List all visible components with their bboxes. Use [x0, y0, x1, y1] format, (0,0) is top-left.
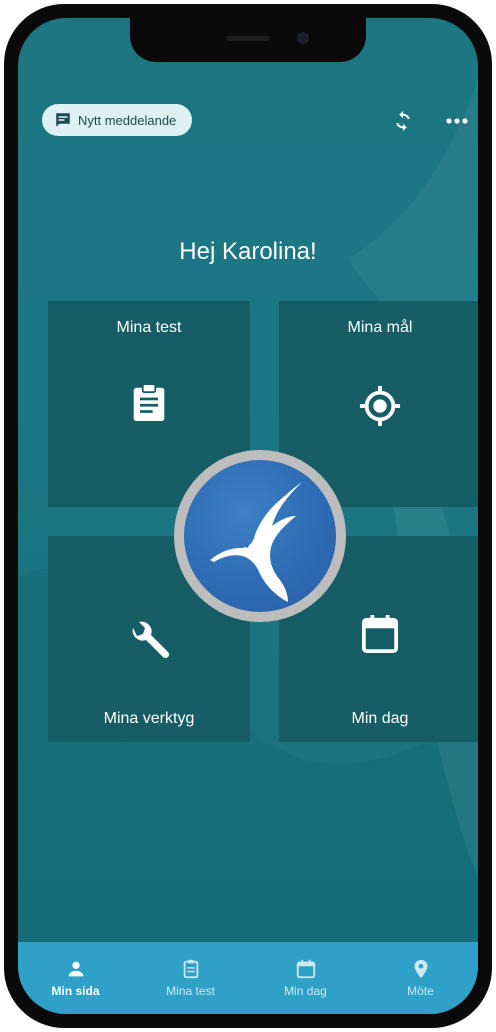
nav-item-label: Möte — [407, 984, 434, 998]
calendar-icon — [361, 614, 399, 659]
location-pin-icon — [414, 959, 427, 979]
wrench-icon — [127, 618, 171, 667]
new-message-button[interactable]: Nytt meddelande — [42, 104, 193, 136]
nav-item-label: Min dag — [284, 984, 327, 998]
target-icon — [359, 385, 401, 432]
tile-label: Mina verktyg — [103, 710, 195, 727]
nav-item-meeting[interactable]: Möte — [363, 942, 478, 1014]
tile-label: Min dag — [351, 710, 409, 727]
notch-speaker — [226, 36, 270, 41]
clipboard-icon — [131, 383, 167, 428]
app-logo[interactable] — [174, 450, 346, 622]
phone-frame: Nytt meddelande Hej Karolina! Mina test … — [4, 4, 492, 1028]
top-bar: Nytt meddelande — [18, 104, 478, 144]
nav-item-my-day[interactable]: Min dag — [248, 942, 363, 1014]
nav-item-label: Mina test — [166, 984, 215, 998]
person-icon — [68, 961, 83, 977]
hummingbird-logo-icon — [184, 460, 336, 612]
tile-label: Mina test — [116, 319, 182, 336]
message-icon — [54, 111, 72, 129]
new-message-label: Nytt meddelande — [78, 112, 177, 128]
greeting-heading: Hej Karolina! — [179, 238, 317, 265]
clipboard-icon — [183, 959, 198, 979]
device-notch — [130, 18, 366, 62]
more-horizontal-icon[interactable] — [444, 110, 470, 132]
nav-item-my-tests[interactable]: Mina test — [133, 942, 248, 1014]
bottom-navigation: Min sida Mina test Min dag Möte — [18, 942, 478, 1014]
app-screen: Nytt meddelande Hej Karolina! Mina test … — [18, 18, 478, 1014]
tile-label: Mina mål — [347, 319, 413, 336]
nav-item-my-page[interactable]: Min sida — [18, 942, 133, 1014]
notch-camera — [297, 32, 309, 44]
nav-item-label: Min sida — [51, 984, 100, 998]
calendar-icon — [296, 959, 315, 979]
sync-icon[interactable] — [392, 110, 414, 132]
